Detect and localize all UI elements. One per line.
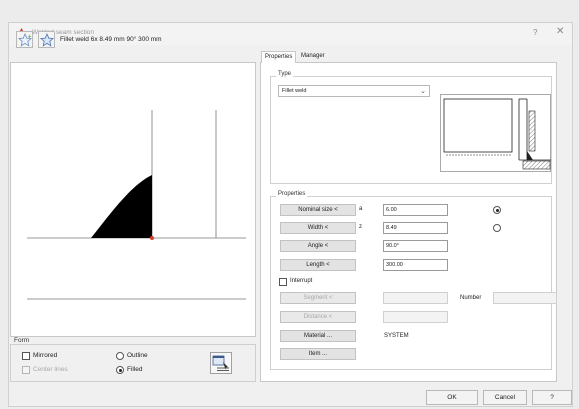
width-button[interactable]: Width < [280,222,356,234]
help-button[interactable]: ? [532,390,572,405]
width-symbol: z [359,224,362,230]
close-button[interactable]: ✕ [556,26,564,37]
star-list-icon [40,33,54,47]
interrupt-label: Interrupt [290,278,313,284]
add-favorite-button[interactable]: + [16,31,33,48]
distance-button[interactable]: Distance < [280,311,356,323]
help-title-button[interactable]: ? [533,28,537,37]
ok-button[interactable]: OK [426,390,478,405]
tab-properties[interactable]: Properties [261,51,297,63]
weld-type-preview-drawing [443,98,551,170]
nominal-size-field[interactable]: 6.00 [383,204,448,216]
width-field[interactable]: 8.49 [383,222,448,234]
mirrored-checkbox[interactable] [22,352,30,360]
length-field[interactable]: 300.00 [383,259,448,271]
type-group-label: Type [276,71,294,77]
weld-description: Fillet weld 6x 8.49 mm 90° 300 mm [60,36,162,43]
angle-button[interactable]: Angle < [280,240,356,252]
chevron-down-icon: ⌄ [420,88,426,95]
weld-preview-drawing [27,110,246,300]
segment-button[interactable]: Segment < [280,292,356,304]
material-button[interactable]: Material ... [280,330,356,342]
filled-label: Filled [127,366,143,373]
top-strip [0,0,579,22]
star-plus-icon: + [18,33,32,47]
segment-field[interactable] [383,292,448,304]
weld-preview-canvas [10,62,256,337]
center-lines-checkbox[interactable] [22,366,30,374]
item-button[interactable]: Item ... [280,348,356,360]
angle-field[interactable]: 90.0° [383,240,448,252]
cancel-button[interactable]: Cancel [483,390,527,405]
favorites-list-button[interactable] [38,31,55,48]
width-radio[interactable] [493,224,501,232]
number-field[interactable] [493,292,557,304]
type-select[interactable]: Fillet weld ⌄ [278,85,430,97]
nominal-size-button[interactable]: Nominal size < [280,204,356,216]
weld-type-preview [440,94,551,172]
number-label: Number [460,295,482,301]
distance-field[interactable] [383,311,448,323]
form-options-icon [212,355,229,371]
outline-radio[interactable] [116,352,124,360]
filled-radio[interactable] [116,366,124,374]
interrupt-checkbox[interactable] [279,278,287,286]
svg-text:+: + [28,34,32,40]
length-button[interactable]: Length < [280,259,356,271]
material-value: SYSTEM [384,333,409,339]
nominal-size-symbol: a [359,206,363,212]
form-options-button[interactable] [210,352,232,374]
nominal-size-radio[interactable] [493,206,501,214]
outline-label: Outline [127,352,148,359]
center-lines-label: Center lines [33,366,68,373]
mirrored-label: Mirrored [33,352,58,359]
form-group-label: Form [12,337,32,344]
type-select-value: Fillet weld [282,88,307,94]
properties-group-label: Properties [276,191,308,197]
